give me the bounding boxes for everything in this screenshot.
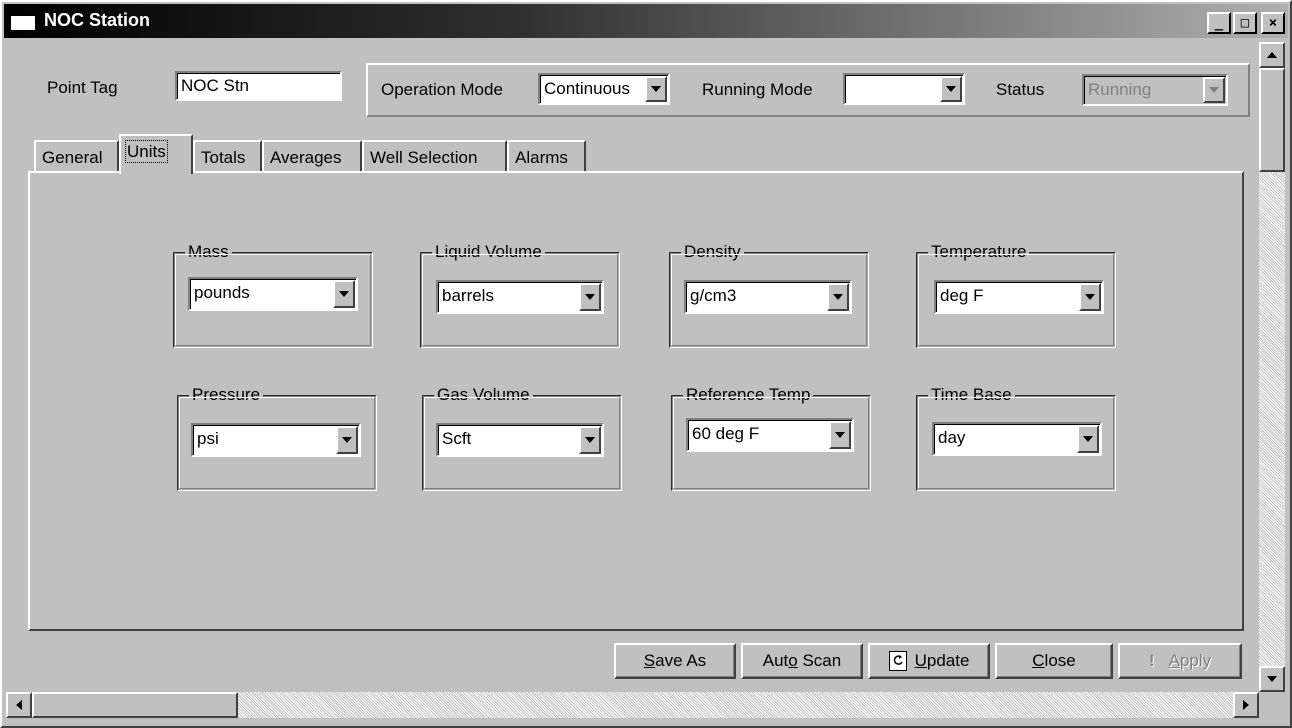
running-mode-label: Running Mode (702, 80, 813, 99)
auto-scan-button[interactable]: Aut o Scan (741, 643, 863, 679)
operation-mode-select[interactable]: Continuous (538, 73, 670, 105)
dropdown-arrow-icon[interactable] (333, 280, 355, 308)
tab-averages[interactable]: Averages (262, 140, 362, 172)
mass-select[interactable]: pounds (188, 277, 358, 311)
window-title: NOC Station (44, 10, 150, 30)
status-label: Status (996, 80, 1045, 99)
title-bar[interactable] (4, 4, 1288, 38)
dropdown-arrow-icon[interactable] (829, 421, 851, 449)
point-tag-label: Point Tag (47, 78, 118, 97)
reference-temp-label: Reference Temp (683, 385, 814, 405)
reference-temp-select[interactable]: 60 deg F (686, 418, 854, 452)
scroll-left-button[interactable] (6, 692, 32, 718)
tab-alarms[interactable]: Alarms (507, 140, 586, 172)
close-window-button[interactable]: × (1261, 12, 1285, 34)
dropdown-arrow-icon[interactable] (645, 76, 667, 102)
vertical-scroll-thumb[interactable] (1259, 68, 1285, 172)
scroll-up-button[interactable] (1259, 42, 1285, 68)
mass-label: Mass (185, 242, 232, 262)
dropdown-arrow-icon[interactable] (940, 76, 962, 102)
dropdown-arrow-icon (1203, 77, 1225, 103)
tab-totals[interactable]: Totals (193, 140, 262, 172)
dropdown-arrow-icon[interactable] (1079, 283, 1101, 311)
gas-volume-select[interactable]: Scft (436, 423, 604, 457)
horizontal-scroll-thumb[interactable] (32, 692, 238, 718)
time-base-label: Time Base (928, 385, 1015, 405)
exclamation-icon: ! (1148, 651, 1155, 670)
status-value: Running (1088, 80, 1152, 99)
dropdown-arrow-icon[interactable] (827, 283, 849, 311)
scrollbar-corner (1259, 692, 1285, 718)
operation-mode-value: Continuous (544, 79, 631, 98)
liquid-volume-label: Liquid Volume (432, 242, 545, 262)
status-select: Running (1082, 74, 1228, 106)
refresh-icon (888, 651, 907, 671)
pressure-select[interactable]: psi (191, 423, 361, 457)
dropdown-arrow-icon[interactable] (1077, 425, 1099, 453)
dropdown-arrow-icon[interactable] (579, 426, 601, 454)
temperature-label: Temperature (928, 242, 1030, 262)
tab-units[interactable]: Units (119, 134, 193, 174)
operation-mode-label: Operation Mode (381, 80, 503, 99)
tab-well-selection[interactable]: Well Selection (362, 140, 507, 172)
density-label: Density (681, 242, 744, 262)
gas-volume-label: Gas Volume (434, 385, 533, 405)
temperature-select[interactable]: deg F (934, 280, 1104, 314)
maximize-button[interactable]: □ (1233, 12, 1257, 34)
scroll-down-button[interactable] (1259, 666, 1285, 692)
update-button[interactable]: Update (868, 643, 990, 679)
density-select[interactable]: g/cm3 (684, 280, 852, 314)
tab-general[interactable]: General (34, 140, 119, 172)
liquid-volume-select[interactable]: barrels (436, 280, 604, 314)
pressure-label: Pressure (189, 385, 264, 405)
dropdown-arrow-icon[interactable] (336, 426, 358, 454)
running-mode-select[interactable] (843, 73, 965, 105)
point-tag-input[interactable]: NOC Stn (175, 71, 342, 101)
save-as-button[interactable]: Save As (614, 643, 736, 679)
time-base-select[interactable]: day (932, 422, 1102, 456)
window-icon (10, 15, 36, 31)
dropdown-arrow-icon[interactable] (579, 283, 601, 311)
apply-button[interactable]: ! Apply (1118, 643, 1242, 679)
minimize-button[interactable]: _ (1207, 12, 1231, 34)
scroll-right-button[interactable] (1233, 692, 1259, 718)
close-button[interactable]: Close (995, 643, 1113, 679)
